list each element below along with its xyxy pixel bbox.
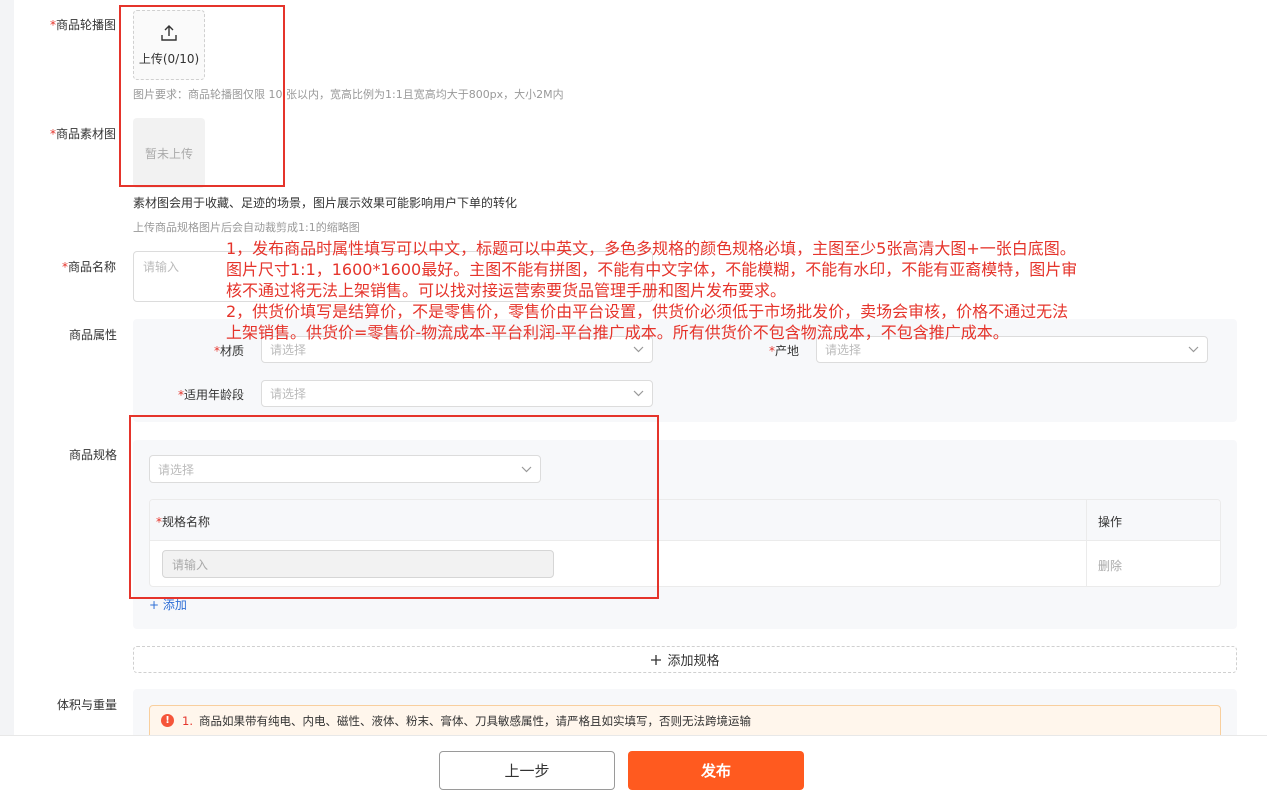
delete-link[interactable]: 删除 [1098, 557, 1122, 574]
attr-origin-label: *产地 [769, 344, 800, 358]
attr-age-select[interactable]: 请选择 [261, 380, 653, 407]
annotation-box-spec [129, 415, 659, 599]
volume-label: 体积与重量 [57, 698, 118, 712]
column-divider [1086, 500, 1087, 586]
annotation-line: 图片尺寸1:1，1600*1600最好。主图不能有拼图，不能有中文字体，不能模糊… [226, 260, 1078, 279]
chevron-down-icon [633, 346, 644, 353]
add-spec-button[interactable]: 添加规格 [133, 646, 1237, 673]
chevron-down-icon [633, 390, 644, 397]
col-action: 操作 [1098, 515, 1123, 529]
warning-icon: ! [161, 714, 174, 727]
spec-label: 商品规格 [69, 448, 118, 462]
plus-icon [651, 654, 662, 665]
chevron-down-icon [1188, 346, 1199, 353]
annotation-line: 1，发布商品时属性填写可以中文，标题可以中英文，多色多规格的颜色规格必填，主图至… [226, 239, 1076, 258]
attr-material-label: *材质 [214, 344, 245, 358]
annotation-line: 上架销售。供货价=零售价-物流成本-平台利润-平台推广成本。所有供货价不包含物流… [226, 323, 1009, 342]
material-label: *商品素材图 [50, 127, 117, 141]
prev-step-button[interactable]: 上一步 [439, 751, 615, 790]
warning-text: 1. 商品如果带有纯电、内电、磁性、液体、粉末、膏体、刀具敏感属性，请严格且如实填… [182, 714, 751, 728]
attributes-label: 商品属性 [69, 328, 118, 342]
annotation-box-images [119, 5, 285, 187]
material-note: 素材图会用于收藏、足迹的场景，图片展示效果可能影响用户下单的转化 [133, 196, 518, 210]
footer-bar: 上一步 发布 [0, 735, 1267, 794]
annotation-line: 2，供货价填写是结算价，不是零售价，零售价由平台设置，供货价必须低于市场批发价，… [226, 302, 1069, 321]
carousel-label: *商品轮播图 [50, 18, 117, 32]
attr-age-label: *适用年龄段 [178, 388, 245, 402]
annotation-line: 核不通过将无法上架销售。可以找对接运营索要货品管理手册和图片发布要求。 [226, 281, 787, 300]
material-hint: 上传商品规格图片后会自动裁剪成1:1的缩略图 [133, 221, 360, 234]
annotation-text: 1，发布商品时属性填写可以中文，标题可以中英文，多色多规格的颜色规格必填，主图至… [226, 238, 1206, 343]
publish-button[interactable]: 发布 [628, 751, 804, 790]
name-label: *商品名称 [62, 260, 117, 274]
